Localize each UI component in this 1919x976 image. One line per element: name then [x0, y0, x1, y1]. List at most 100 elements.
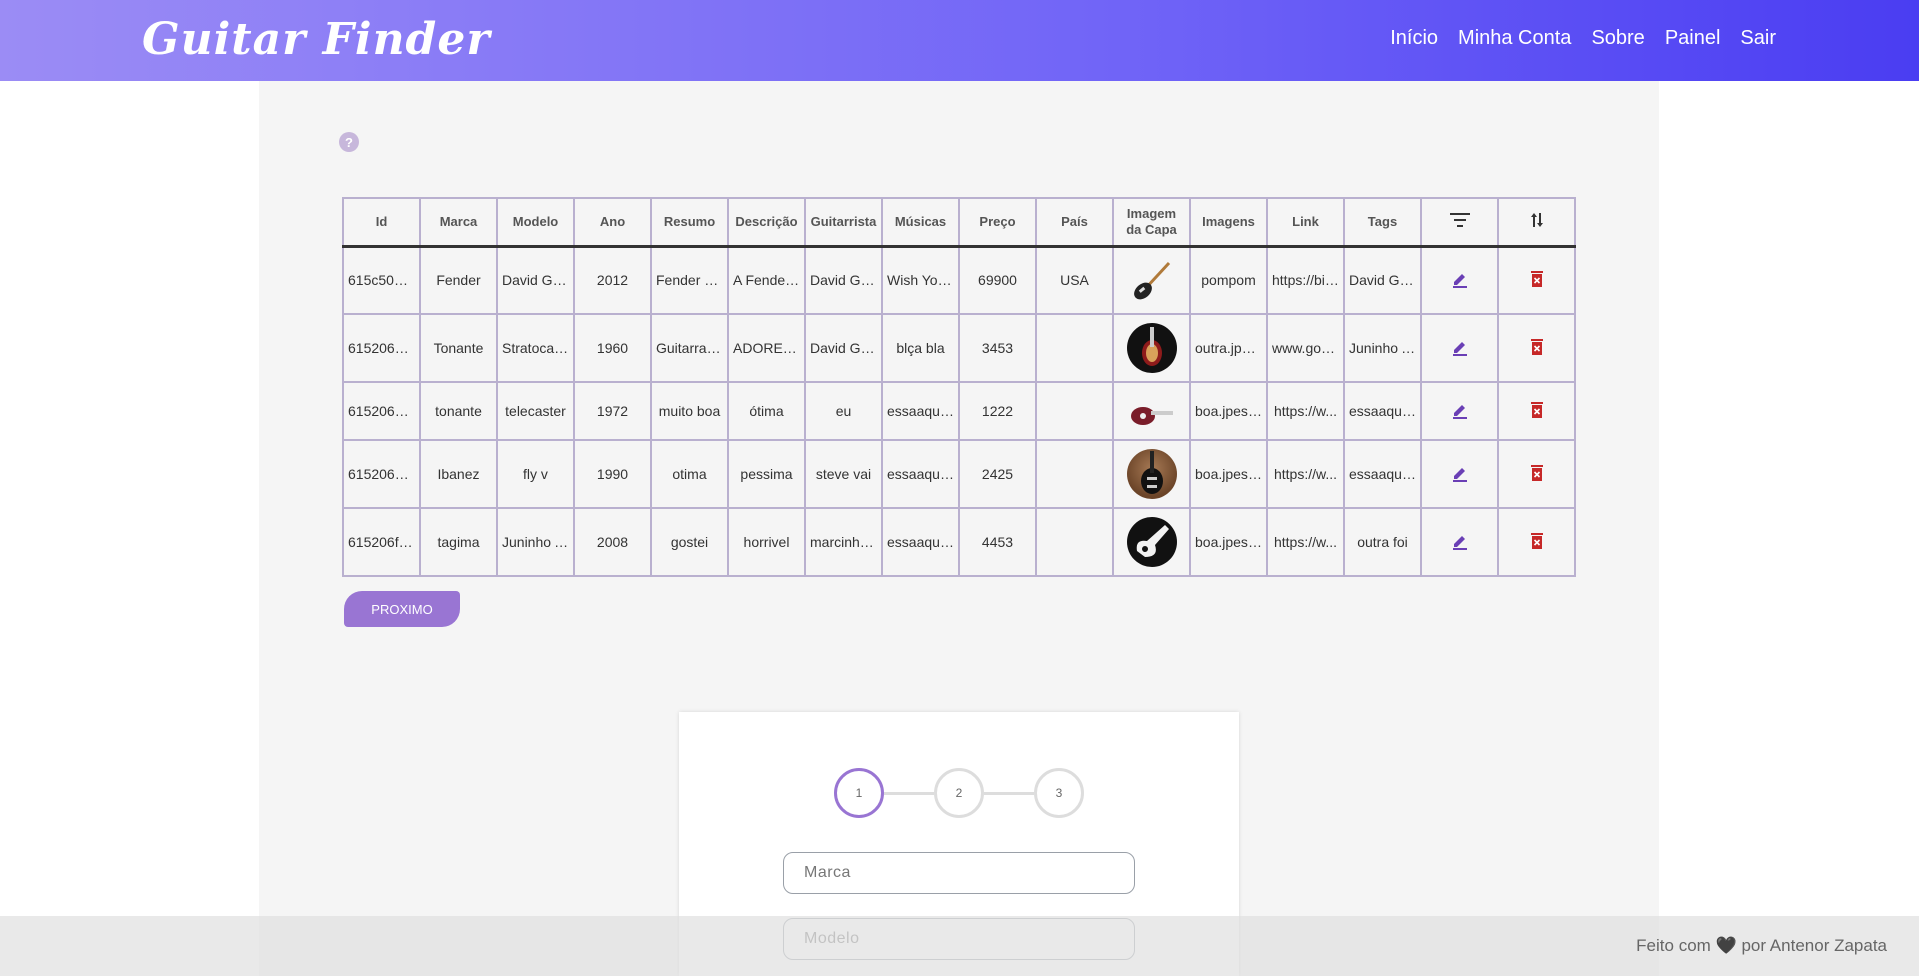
filter-header[interactable]: [1420, 197, 1499, 247]
form-stepper: 1 2 3: [834, 768, 1084, 818]
marca-input[interactable]: [783, 852, 1135, 894]
cell-imagens: boa.jpess...: [1189, 507, 1268, 577]
cell-delete[interactable]: [1497, 245, 1576, 315]
cell-resumo: otima: [650, 439, 729, 509]
step-1[interactable]: 1: [834, 768, 884, 818]
help-icon[interactable]: ?: [339, 132, 359, 152]
col-header: Id: [342, 197, 421, 247]
table-row[interactable]: 615c506b... Fender David Gil... 2012 Fen…: [342, 245, 1576, 315]
edit-icon[interactable]: [1451, 270, 1469, 288]
cell-marca: tagima: [419, 507, 498, 577]
cell-edit[interactable]: [1420, 507, 1499, 577]
col-header: Tags: [1343, 197, 1422, 247]
guitar-thumbnail: [1126, 255, 1177, 306]
cell-preco: 69900: [958, 245, 1037, 315]
nav-link-painel[interactable]: Painel: [1665, 27, 1721, 50]
cell-guitarrista: eu: [804, 381, 883, 441]
cell-pais: [1035, 439, 1114, 509]
cell-guitarrista: David Gil...: [804, 313, 883, 383]
cell-cover: [1112, 313, 1191, 383]
table-row[interactable]: 615206b3... tonante telecaster 1972 muit…: [342, 381, 1576, 441]
cell-marca: tonante: [419, 381, 498, 441]
cell-marca: Tonante: [419, 313, 498, 383]
cell-imagens: boa.jpess...: [1189, 381, 1268, 441]
delete-icon[interactable]: [1528, 532, 1546, 550]
table-row[interactable]: 61520685... Tonante Stratocast... 1960 G…: [342, 313, 1576, 383]
cell-modelo: Juninho A...: [496, 507, 575, 577]
table-row[interactable]: 615206d0... Ibanez fly v 1990 otima pess…: [342, 439, 1576, 509]
top-navbar: Guitar Finder Início Minha Conta Sobre P…: [0, 0, 1919, 81]
nav-link-inicio[interactable]: Início: [1390, 27, 1438, 50]
cell-descricao: pessima: [727, 439, 806, 509]
cell-delete[interactable]: [1497, 381, 1576, 441]
cell-modelo: Stratocast...: [496, 313, 575, 383]
cell-resumo: muito boa: [650, 381, 729, 441]
nav-link-sair[interactable]: Sair: [1740, 27, 1776, 50]
cell-delete[interactable]: [1497, 313, 1576, 383]
cell-descricao: ótima: [727, 381, 806, 441]
col-header: Marca: [419, 197, 498, 247]
nav-link-minha-conta[interactable]: Minha Conta: [1458, 27, 1571, 50]
edit-icon[interactable]: [1451, 401, 1469, 419]
cell-edit[interactable]: [1420, 439, 1499, 509]
cell-link[interactable]: https://bit....: [1266, 245, 1345, 315]
col-header: Link: [1266, 197, 1345, 247]
edit-icon[interactable]: [1451, 464, 1469, 482]
cell-ano: 1990: [573, 439, 652, 509]
app-logo[interactable]: Guitar Finder: [142, 14, 491, 65]
cell-cover: [1112, 245, 1191, 315]
col-header: Resumo: [650, 197, 729, 247]
footer: Feito com 🖤 por Antenor Zapata: [0, 916, 1919, 976]
cell-tags: Juninho A...: [1343, 313, 1422, 383]
cell-tags: essaaquela: [1343, 381, 1422, 441]
footer-text-after: por Antenor Zapata: [1741, 936, 1887, 955]
cell-edit[interactable]: [1420, 313, 1499, 383]
col-header: Guitarrista: [804, 197, 883, 247]
cell-pais: [1035, 313, 1114, 383]
table-row[interactable]: 615206f0... tagima Juninho A... 2008 gos…: [342, 507, 1576, 577]
cell-guitarrista: marcinho ...: [804, 507, 883, 577]
step-3[interactable]: 3: [1034, 768, 1084, 818]
delete-icon[interactable]: [1528, 270, 1546, 288]
nav-link-sobre[interactable]: Sobre: [1591, 27, 1644, 50]
cell-descricao: ADOREI E...: [727, 313, 806, 383]
stepper-connector: [884, 792, 934, 795]
cell-link[interactable]: https://w...: [1266, 439, 1345, 509]
cell-marca: Ibanez: [419, 439, 498, 509]
cell-modelo: telecaster: [496, 381, 575, 441]
sort-header[interactable]: [1497, 197, 1576, 247]
step-2[interactable]: 2: [934, 768, 984, 818]
cell-pais: [1035, 381, 1114, 441]
delete-icon[interactable]: [1528, 401, 1546, 419]
cell-marca: Fender: [419, 245, 498, 315]
table-header-row: Id Marca Modelo Ano Resumo Descrição Gui…: [342, 197, 1576, 247]
cell-delete[interactable]: [1497, 439, 1576, 509]
filter-icon[interactable]: [1449, 212, 1470, 231]
edit-icon[interactable]: [1451, 338, 1469, 356]
footer-text-before: Feito com: [1636, 936, 1711, 955]
footer-credit: Feito com 🖤 por Antenor Zapata: [1636, 936, 1887, 956]
cell-edit[interactable]: [1420, 245, 1499, 315]
cell-cover: [1112, 439, 1191, 509]
cell-delete[interactable]: [1497, 507, 1576, 577]
cell-edit[interactable]: [1420, 381, 1499, 441]
cell-cover: [1112, 507, 1191, 577]
cell-preco: 3453: [958, 313, 1037, 383]
delete-icon[interactable]: [1528, 464, 1546, 482]
cell-link[interactable]: https://w...: [1266, 507, 1345, 577]
cell-modelo: fly v: [496, 439, 575, 509]
col-header: Imagens: [1189, 197, 1268, 247]
guitars-table: Id Marca Modelo Ano Resumo Descrição Gui…: [342, 197, 1576, 577]
cell-link[interactable]: https://w...: [1266, 381, 1345, 441]
sort-icon[interactable]: [1530, 212, 1544, 232]
cell-musicas: essaaquela: [881, 381, 960, 441]
cell-tags: David GIl...: [1343, 245, 1422, 315]
proximo-button[interactable]: PROXIMO: [344, 591, 460, 627]
stepper-connector: [984, 792, 1034, 795]
cell-musicas: blça bla: [881, 313, 960, 383]
cell-link[interactable]: www.gov....: [1266, 313, 1345, 383]
cell-musicas: Wish You ...: [881, 245, 960, 315]
delete-icon[interactable]: [1528, 338, 1546, 356]
cell-preco: 4453: [958, 507, 1037, 577]
edit-icon[interactable]: [1451, 532, 1469, 550]
